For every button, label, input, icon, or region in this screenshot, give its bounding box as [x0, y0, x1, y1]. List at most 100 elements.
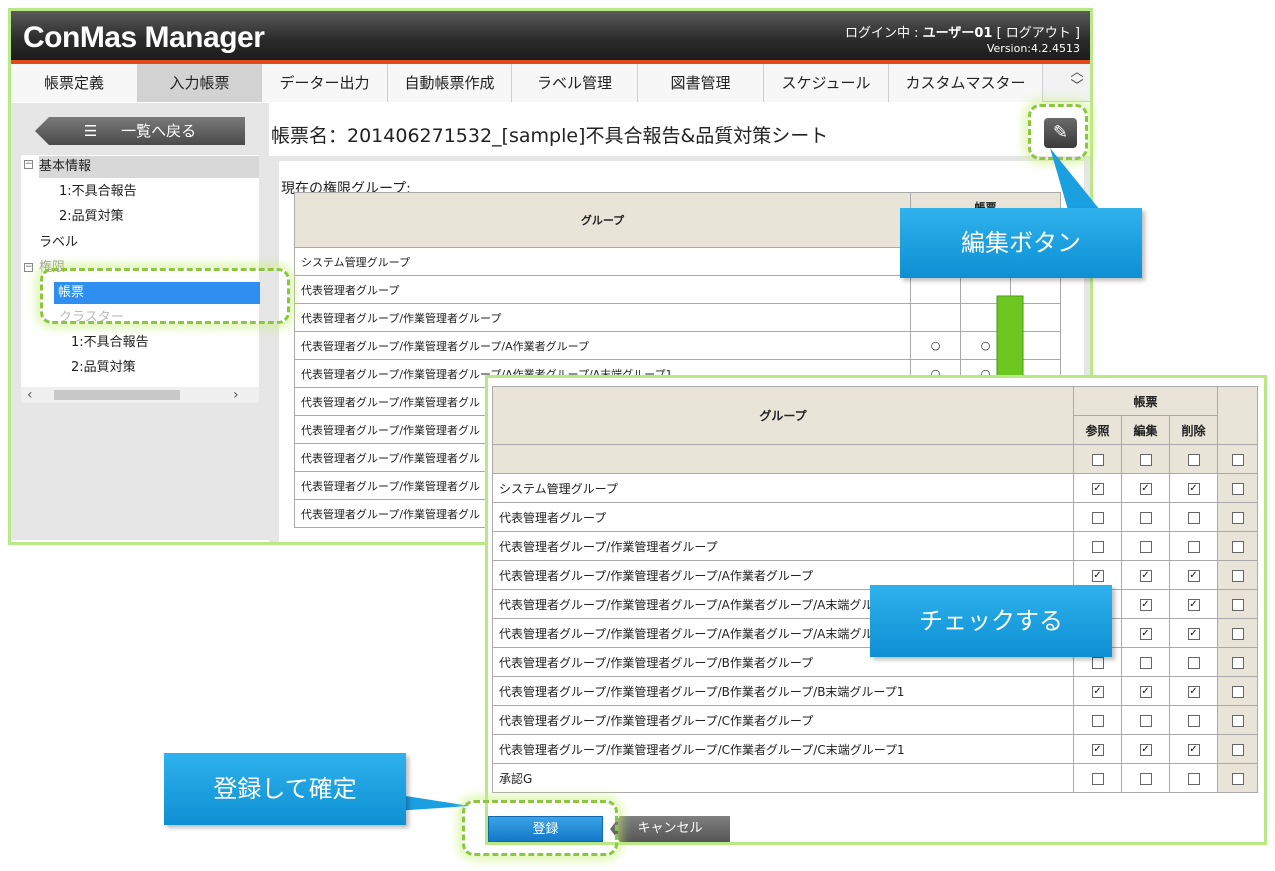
edit-checkbox[interactable] [1139, 511, 1152, 524]
extra-checkbox[interactable] [1231, 482, 1244, 495]
edit-cell: ✓ [1121, 618, 1170, 648]
table-row: 承認G [492, 763, 1258, 793]
delete-checkbox[interactable]: ✓ [1187, 685, 1200, 698]
extra-checkbox[interactable] [1231, 598, 1244, 611]
edit-cell [1121, 763, 1170, 793]
select-all-edit-checkbox[interactable] [1139, 453, 1152, 466]
delete-cell: ✓ [1169, 560, 1218, 590]
view-checkbox[interactable] [1091, 656, 1104, 669]
delete-checkbox[interactable] [1187, 772, 1200, 785]
view-checkbox[interactable]: ✓ [1091, 569, 1104, 582]
view-cell [1073, 531, 1122, 561]
edit-checkbox[interactable]: ✓ [1139, 598, 1152, 611]
cancel-button[interactable]: キャンセル [610, 816, 730, 842]
table-row: 代表管理者グループ/作業管理者グループ/C作業者グループ [492, 705, 1258, 735]
extra-cell [1217, 502, 1258, 532]
extra-checkbox[interactable] [1231, 540, 1244, 553]
extra-cell [1217, 473, 1258, 503]
group-cell: 代表管理者グループ/作業管理者グループ [492, 531, 1074, 561]
callout-check: チェックする [870, 585, 1112, 657]
view-cell: ✓ [1073, 734, 1122, 764]
col-form-header: 帳票 [1073, 386, 1218, 416]
extra-cell [1217, 705, 1258, 735]
callout-register: 登録して確定 [164, 753, 406, 825]
table-row: 代表管理者グループ/作業管理者グループ/C作業者グループ/C末端グループ1 ✓ ✓ ✓ [492, 734, 1258, 764]
extra-checkbox[interactable] [1231, 627, 1244, 640]
delete-checkbox[interactable]: ✓ [1187, 627, 1200, 640]
delete-checkbox[interactable]: ✓ [1187, 482, 1200, 495]
delete-cell [1169, 502, 1218, 532]
view-checkbox[interactable] [1091, 540, 1104, 553]
edit-checkbox[interactable] [1139, 714, 1152, 727]
extra-checkbox[interactable] [1231, 743, 1244, 756]
edit-checkbox[interactable] [1139, 656, 1152, 669]
extra-checkbox[interactable] [1231, 714, 1244, 727]
table-row: システム管理グループ ✓ ✓ ✓ [492, 473, 1258, 503]
edit-callout-pointer [1050, 148, 1100, 210]
table-row: 代表管理者グループ/作業管理者グループ/B作業者グループ/B末端グループ1 ✓ ✓ ✓ [492, 676, 1258, 706]
delete-checkbox[interactable]: ✓ [1187, 598, 1200, 611]
extra-cell [1217, 618, 1258, 648]
col-view-header: 参照 [1073, 415, 1122, 445]
view-checkbox[interactable] [1091, 772, 1104, 785]
delete-cell: ✓ [1169, 473, 1218, 503]
group-cell: 代表管理者グループ/作業管理者グループ/B作業者グループ/B末端グループ1 [492, 676, 1074, 706]
view-checkbox[interactable]: ✓ [1091, 685, 1104, 698]
select-all-extra-checkbox[interactable] [1231, 453, 1244, 466]
group-cell: 代表管理者グループ/作業管理者グループ/C作業者グループ/C末端グループ1 [492, 734, 1074, 764]
extra-cell [1217, 531, 1258, 561]
view-cell [1073, 502, 1122, 532]
delete-checkbox[interactable] [1187, 540, 1200, 553]
edit-checkbox[interactable]: ✓ [1139, 482, 1152, 495]
edit-checkbox[interactable] [1139, 540, 1152, 553]
extra-checkbox[interactable] [1231, 772, 1244, 785]
group-cell: システム管理グループ [492, 473, 1074, 503]
edit-cell: ✓ [1121, 473, 1170, 503]
edit-cell: ✓ [1121, 676, 1170, 706]
delete-checkbox[interactable] [1187, 714, 1200, 727]
extra-cell [1217, 734, 1258, 764]
edit-checkbox[interactable] [1139, 772, 1152, 785]
delete-checkbox[interactable] [1187, 511, 1200, 524]
highlight-register-button [462, 800, 618, 856]
select-all-delete-checkbox[interactable] [1187, 453, 1200, 466]
edit-cell [1121, 531, 1170, 561]
edit-cell [1121, 705, 1170, 735]
delete-checkbox[interactable]: ✓ [1187, 743, 1200, 756]
edit-cell: ✓ [1121, 734, 1170, 764]
extra-cell [1217, 647, 1258, 677]
extra-checkbox[interactable] [1231, 569, 1244, 582]
col-extra-header [1217, 386, 1258, 445]
extra-cell [1217, 763, 1258, 793]
view-cell [1073, 763, 1122, 793]
delete-checkbox[interactable]: ✓ [1187, 569, 1200, 582]
edit-checkbox[interactable]: ✓ [1139, 743, 1152, 756]
col-delete-header: 削除 [1169, 415, 1218, 445]
group-cell: 代表管理者グループ [492, 502, 1074, 532]
col-group-header: グループ [492, 386, 1074, 445]
extra-checkbox[interactable] [1231, 511, 1244, 524]
view-cell: ✓ [1073, 676, 1122, 706]
group-cell: 代表管理者グループ/作業管理者グループ/C作業者グループ [492, 705, 1074, 735]
view-checkbox[interactable] [1091, 511, 1104, 524]
screenshot-stage: ConMas Manager ログイン中 : ユーザー01 [ ログアウト ] … [0, 0, 1275, 871]
delete-cell: ✓ [1169, 618, 1218, 648]
edit-checkbox[interactable]: ✓ [1139, 569, 1152, 582]
group-cell: 承認G [492, 763, 1074, 793]
view-checkbox[interactable]: ✓ [1091, 743, 1104, 756]
extra-checkbox[interactable] [1231, 685, 1244, 698]
extra-checkbox[interactable] [1231, 656, 1244, 669]
edit-checkbox[interactable]: ✓ [1139, 685, 1152, 698]
table-row: 代表管理者グループ [492, 502, 1258, 532]
edit-cell [1121, 647, 1170, 677]
view-checkbox[interactable]: ✓ [1091, 482, 1104, 495]
view-cell [1073, 705, 1122, 735]
view-checkbox[interactable] [1091, 714, 1104, 727]
delete-cell [1169, 705, 1218, 735]
edit-cell: ✓ [1121, 589, 1170, 619]
edit-cell: ✓ [1121, 560, 1170, 590]
edit-cell [1121, 502, 1170, 532]
edit-checkbox[interactable]: ✓ [1139, 627, 1152, 640]
delete-checkbox[interactable] [1187, 656, 1200, 669]
select-all-view-checkbox[interactable] [1091, 453, 1104, 466]
